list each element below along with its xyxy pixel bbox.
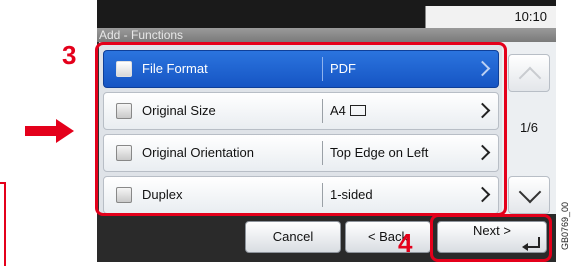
clock-time: 10:10 bbox=[514, 9, 547, 24]
scroll-down-button[interactable] bbox=[508, 176, 550, 214]
cancel-label: Cancel bbox=[272, 229, 314, 244]
scroll-column: 1/6 bbox=[502, 42, 556, 214]
back-button[interactable]: < Back bbox=[345, 221, 431, 253]
chevron-up-icon bbox=[518, 66, 542, 90]
scroll-up-button[interactable] bbox=[508, 54, 550, 92]
annotation-frame bbox=[0, 182, 6, 266]
chevron-down-icon bbox=[518, 180, 542, 204]
highlight-next-button bbox=[430, 214, 552, 262]
pointer-arrow-body bbox=[25, 126, 57, 136]
pointer-arrow-head bbox=[56, 119, 74, 143]
step-number-4: 4 bbox=[398, 228, 413, 258]
highlight-list bbox=[95, 42, 507, 216]
clock-display: 10:10 bbox=[425, 6, 556, 28]
cancel-button[interactable]: Cancel bbox=[245, 221, 341, 253]
step-number-3: 3 bbox=[62, 40, 77, 70]
figure-code-text: GB0769_00 bbox=[560, 201, 570, 250]
screen-title: Add - Functions bbox=[97, 28, 556, 42]
page-indicator: 1/6 bbox=[519, 120, 539, 135]
